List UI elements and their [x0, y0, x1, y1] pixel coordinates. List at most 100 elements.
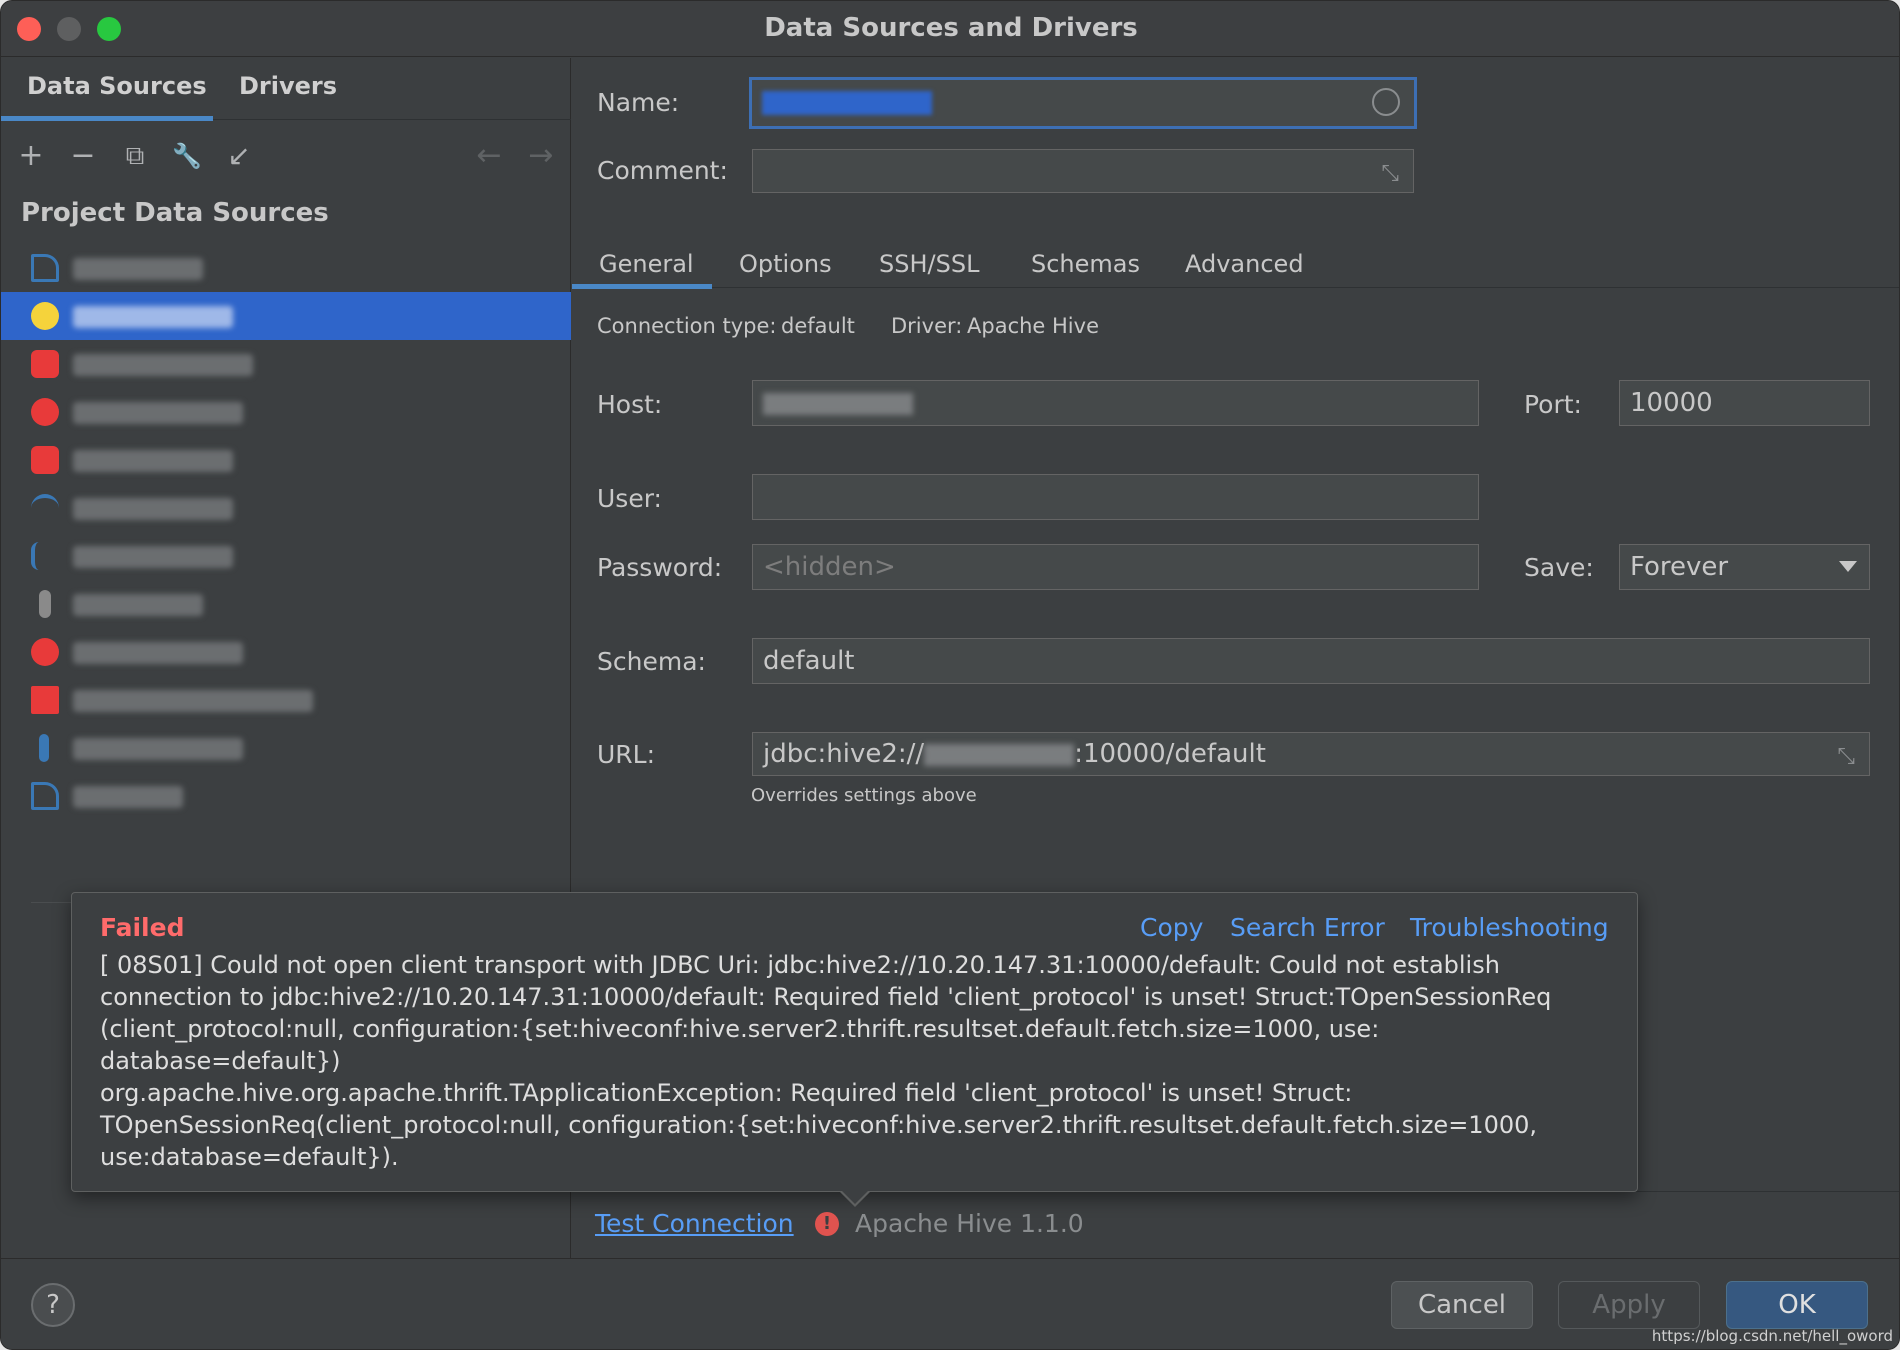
popup-pointer-fill — [841, 1190, 869, 1204]
oracle-icon — [31, 350, 59, 378]
active-tab-indicator — [1, 116, 213, 121]
wrench-icon[interactable]: 🔧 — [169, 138, 205, 174]
redacted-name — [73, 258, 203, 280]
expand-icon[interactable]: ⤡ — [1837, 741, 1855, 773]
search-error-link[interactable]: Search Error — [1230, 913, 1385, 942]
list-item[interactable] — [1, 388, 571, 436]
redacted-url-host — [924, 743, 1075, 766]
url-prefix: jdbc:hive2:// — [763, 739, 925, 769]
redacted-name-value — [762, 90, 932, 115]
duplicate-icon[interactable]: ⧉ — [117, 138, 153, 174]
port-label: Port: — [1524, 390, 1582, 419]
list-item[interactable] — [1, 628, 571, 676]
tab-drivers[interactable]: Drivers — [239, 72, 337, 100]
name-field[interactable] — [749, 77, 1417, 129]
connection-type-link[interactable]: default — [781, 314, 855, 338]
list-item[interactable] — [1, 676, 571, 724]
active-tab-indicator — [572, 284, 712, 289]
oracle-icon — [31, 686, 59, 714]
redacted-name — [73, 306, 233, 328]
list-item[interactable] — [1, 244, 571, 292]
redacted-name — [73, 450, 233, 472]
comment-field[interactable]: ⤡ — [752, 149, 1414, 193]
oracle-icon — [31, 446, 59, 474]
watermark: https://blog.csdn.net/hell_oword — [1651, 1327, 1893, 1345]
redacted-name — [73, 642, 243, 664]
dialog-footer: ? Cancel Apply OK https://blog.csdn.net/… — [1, 1258, 1899, 1349]
list-item[interactable] — [1, 724, 571, 772]
db-icon — [39, 590, 51, 618]
redacted-name — [73, 594, 203, 616]
schema-field[interactable]: default — [752, 638, 1870, 684]
tab-ssh-ssl[interactable]: SSH/SSL — [879, 250, 979, 278]
back-arrow-icon[interactable]: ← — [471, 138, 507, 174]
ok-button[interactable]: OK — [1726, 1281, 1868, 1329]
tab-schemas[interactable]: Schemas — [1031, 250, 1140, 278]
redacted-name — [73, 546, 233, 568]
password-placeholder: <hidden> — [763, 552, 896, 582]
tab-data-sources[interactable]: Data Sources — [27, 72, 207, 100]
tab-advanced[interactable]: Advanced — [1185, 250, 1304, 278]
redacted-name — [73, 498, 233, 520]
redacted-name — [73, 690, 313, 712]
color-circle-icon[interactable] — [1372, 88, 1400, 116]
password-field[interactable]: <hidden> — [752, 544, 1479, 590]
expand-icon[interactable]: ⤡ — [1381, 158, 1399, 190]
save-label: Save: — [1524, 553, 1594, 582]
list-item[interactable] — [1, 532, 571, 580]
apply-button[interactable]: Apply — [1558, 1281, 1700, 1329]
mysql-icon — [31, 542, 59, 570]
error-icon: ! — [815, 1212, 839, 1236]
list-item[interactable] — [1, 340, 571, 388]
copy-link[interactable]: Copy — [1140, 913, 1203, 942]
driver-label: Driver: — [891, 314, 963, 338]
driver-version: Apache Hive 1.1.0 — [855, 1209, 1084, 1238]
port-field[interactable]: 10000 — [1619, 380, 1870, 426]
project-data-sources-title: Project Data Sources — [21, 198, 329, 228]
help-button[interactable]: ? — [31, 1283, 75, 1327]
list-item[interactable] — [1, 436, 571, 484]
remove-icon[interactable]: − — [65, 138, 101, 174]
password-label: Password: — [597, 553, 723, 582]
dialog-window: Data Sources and Drivers Data Sources Dr… — [0, 0, 1900, 1350]
hive-icon — [31, 302, 59, 330]
title-bar: Data Sources and Drivers — [1, 1, 1899, 57]
oracle-icon — [31, 638, 59, 666]
driver-link[interactable]: Apache Hive — [967, 314, 1099, 338]
mysql-icon — [31, 494, 59, 522]
test-connection-link[interactable]: Test Connection — [595, 1209, 794, 1238]
chevron-down-icon — [1839, 561, 1857, 572]
cancel-button[interactable]: Cancel — [1391, 1281, 1533, 1329]
import-icon[interactable]: ↙ — [221, 138, 257, 174]
save-dropdown[interactable]: Forever — [1619, 544, 1870, 590]
host-field[interactable] — [752, 380, 1479, 426]
url-suffix: :10000/default — [1074, 739, 1266, 769]
add-icon[interactable]: + — [13, 138, 49, 174]
tab-general[interactable]: General — [599, 250, 694, 278]
redacted-host-value — [763, 392, 913, 415]
error-popup: Failed Copy Search Error Troubleshooting… — [71, 892, 1638, 1192]
user-field[interactable] — [752, 474, 1479, 520]
schema-label: Schema: — [597, 647, 706, 676]
failed-status: Failed — [100, 913, 185, 942]
forward-arrow-icon[interactable]: → — [523, 138, 559, 174]
tab-options[interactable]: Options — [739, 250, 832, 278]
list-item[interactable] — [1, 484, 571, 532]
oracle-icon — [31, 398, 59, 426]
name-label: Name: — [597, 88, 680, 117]
db-icon — [39, 734, 49, 762]
list-item-selected[interactable] — [1, 292, 571, 340]
troubleshooting-link[interactable]: Troubleshooting — [1410, 913, 1609, 942]
url-field[interactable]: jdbc:hive2:// :10000/default ⤡ — [752, 732, 1870, 776]
url-label: URL: — [597, 740, 656, 769]
list-item[interactable] — [1, 580, 571, 628]
list-item[interactable] — [1, 772, 571, 820]
mysql-icon — [31, 254, 59, 282]
data-sources-toolbar: + − ⧉ 🔧 ↙ ← → — [1, 130, 571, 182]
comment-label: Comment: — [597, 156, 728, 185]
redacted-name — [73, 738, 243, 760]
redacted-name — [73, 786, 183, 808]
redacted-name — [73, 354, 253, 376]
save-dropdown-value: Forever — [1630, 552, 1729, 582]
mysql-icon — [31, 782, 59, 810]
